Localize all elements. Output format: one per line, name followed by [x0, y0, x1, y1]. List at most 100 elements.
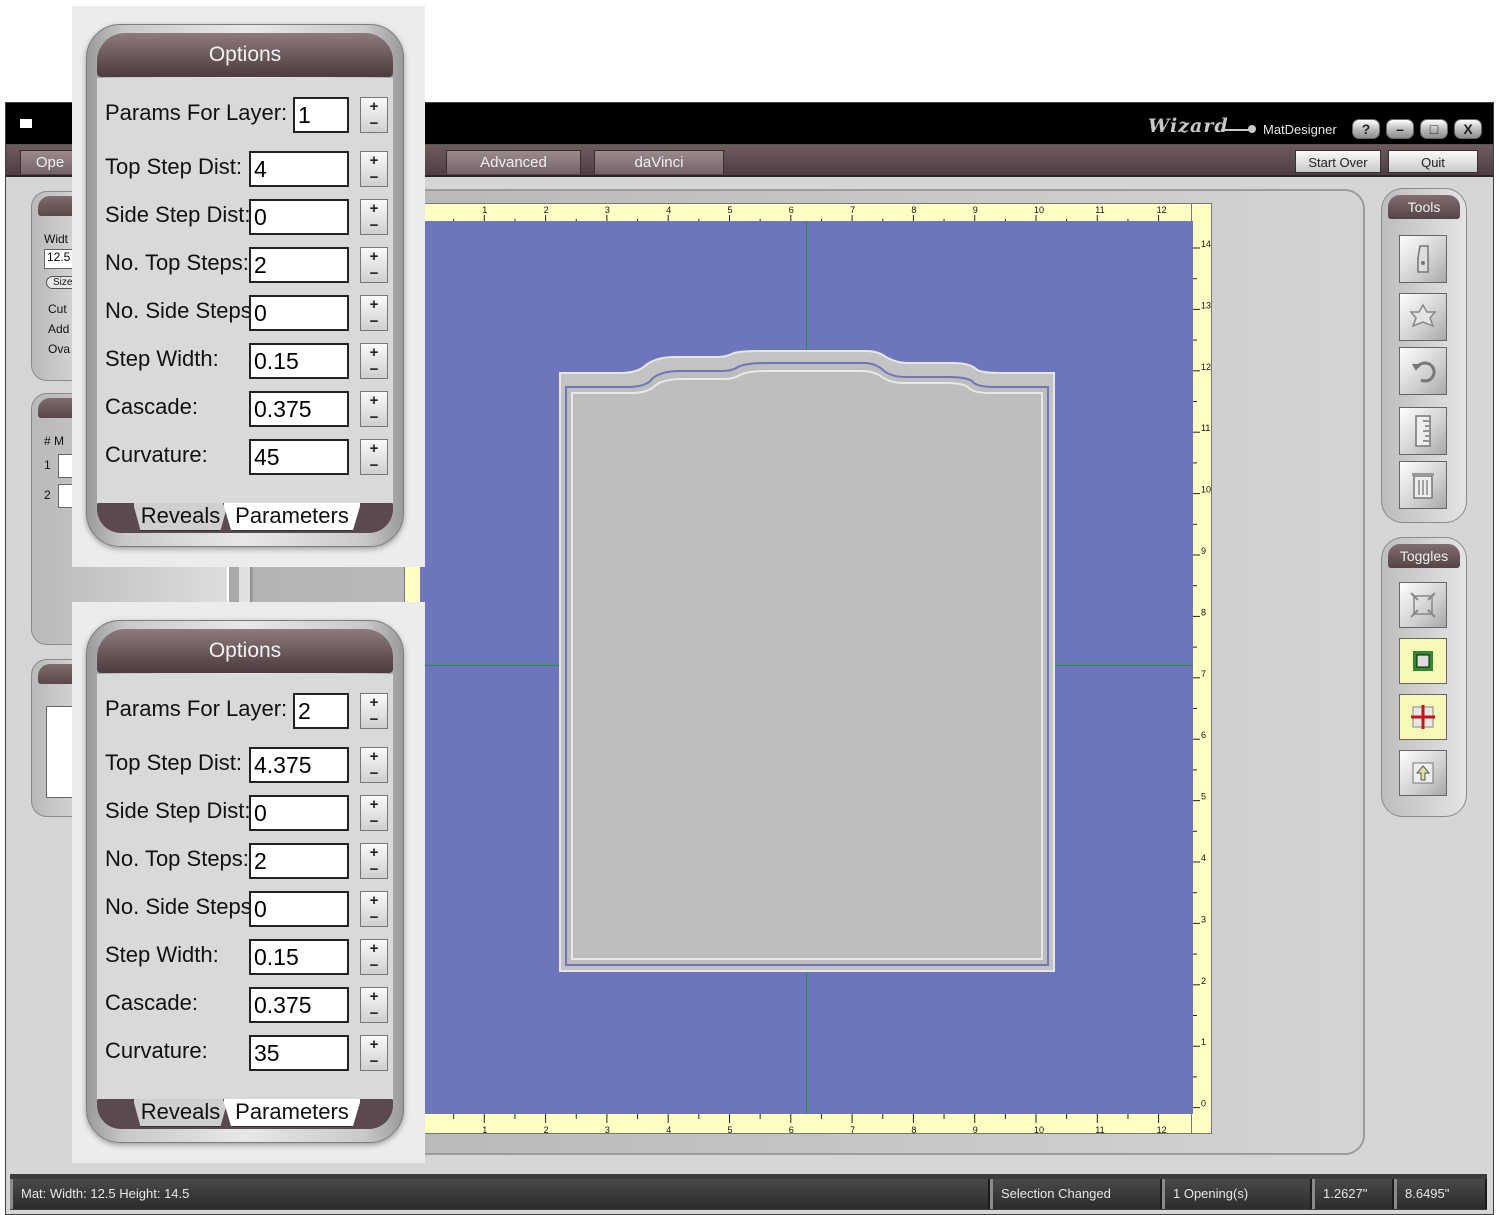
row-step-width: Step Width: 0.15 + − [97, 938, 393, 978]
close-button[interactable]: X [1454, 119, 1482, 139]
row-no-side-steps: No. Side Steps 0 + − [97, 294, 393, 334]
options-frame: Options Params For Layer: 2 + − Top Step … [86, 620, 404, 1143]
side-step-dist-field[interactable]: 0 [249, 199, 349, 235]
status-y-coord: 8.6495" [1394, 1179, 1487, 1209]
step-width-field[interactable]: 0.15 [249, 343, 349, 379]
params-for-layer-field[interactable]: 2 [293, 693, 349, 729]
top-ruler-label: 1 [482, 205, 487, 215]
width-label: Widt [44, 232, 68, 246]
bottom-ruler-label: 6 [789, 1125, 794, 1134]
curvature-field[interactable]: 45 [249, 439, 349, 475]
bring-up-icon[interactable] [1399, 750, 1447, 796]
params-for-layer-spinner[interactable]: + − [360, 693, 388, 729]
bottom-ruler-label: 3 [605, 1125, 610, 1134]
undo-icon[interactable] [1399, 347, 1447, 395]
curvature-spinner[interactable]: + − [360, 1035, 388, 1071]
tab-parameters[interactable]: Parameters [223, 1099, 361, 1127]
top-ruler-label: 6 [789, 205, 794, 215]
no-top-steps-spinner[interactable]: + − [360, 247, 388, 283]
layers-list-header: # M [44, 434, 65, 448]
tab-davinci[interactable]: daVinci [594, 150, 724, 174]
mat-opening[interactable] [420, 221, 1193, 1114]
row-curvature: Curvature: 35 + − [97, 1034, 393, 1074]
right-ruler-label: 9 [1201, 546, 1206, 556]
select-opening-icon[interactable] [1399, 638, 1447, 684]
no-side-steps-field[interactable]: 0 [249, 891, 349, 927]
blade-icon[interactable] [1399, 235, 1447, 283]
recycle-icon[interactable] [1399, 293, 1447, 341]
right-ruler-label: 0 [1201, 1099, 1206, 1109]
status-openings: 1 Opening(s) [1162, 1179, 1312, 1209]
curvature-spinner[interactable]: + − [360, 439, 388, 475]
tab-parameters[interactable]: Parameters [223, 503, 361, 531]
app-name: MatDesigner [1263, 122, 1337, 137]
tab-reveals[interactable]: Reveals [133, 503, 228, 531]
top-step-dist-label: Top Step Dist: [105, 750, 242, 775]
row-cascade: Cascade: 0.375 + − [97, 986, 393, 1026]
bottom-ruler-label: 4 [666, 1125, 671, 1134]
row-step-width: Step Width: 0.15 + − [97, 342, 393, 382]
bottom-ruler-label: 9 [973, 1125, 978, 1134]
minimize-button[interactable]: – [1386, 119, 1414, 139]
top-step-dist-field[interactable]: 4.375 [249, 747, 349, 783]
toggles-panel: Toggles [1381, 537, 1467, 817]
right-ruler-label: 13 [1201, 300, 1211, 310]
no-top-steps-field[interactable]: 2 [249, 843, 349, 879]
cascade-spinner[interactable]: + − [360, 987, 388, 1023]
no-side-steps-spinner[interactable]: + − [360, 295, 388, 331]
step-width-spinner[interactable]: + − [360, 939, 388, 975]
right-ruler-label: 1 [1201, 1037, 1206, 1047]
tab-advanced[interactable]: Advanced [446, 150, 581, 174]
row-no-side-steps: No. Side Steps 0 + − [97, 890, 393, 930]
bottom-ruler-label: 2 [544, 1125, 549, 1134]
cascade-field[interactable]: 0.375 [249, 391, 349, 427]
no-side-steps-label: No. Side Steps [105, 894, 252, 919]
side-step-dist-field[interactable]: 0 [249, 795, 349, 831]
right-ruler-label: 7 [1201, 669, 1206, 679]
center-cross-icon[interactable] [1399, 694, 1447, 740]
right-ruler-label: 2 [1201, 976, 1206, 986]
system-menu-icon[interactable] [20, 119, 32, 128]
top-ruler-label: 9 [973, 205, 978, 215]
step-width-label: Step Width: [105, 346, 219, 371]
curvature-field[interactable]: 35 [249, 1035, 349, 1071]
top-step-dist-spinner[interactable]: + − [360, 151, 388, 187]
step-width-spinner[interactable]: + − [360, 343, 388, 379]
no-side-steps-spinner[interactable]: + − [360, 891, 388, 927]
params-for-layer-spinner[interactable]: + − [360, 97, 388, 133]
no-top-steps-spinner[interactable]: + − [360, 843, 388, 879]
side-step-dist-spinner[interactable]: + − [360, 199, 388, 235]
no-top-steps-field[interactable]: 2 [249, 247, 349, 283]
side-step-dist-spinner[interactable]: + − [360, 795, 388, 831]
tab-open[interactable]: Ope [20, 150, 80, 174]
cut-label: Cut [48, 302, 67, 316]
top-ruler-label: 3 [605, 205, 610, 215]
maximize-button[interactable]: □ [1420, 119, 1448, 139]
bottom-ruler-label: 8 [911, 1125, 916, 1134]
mat-board[interactable] [420, 221, 1193, 1114]
trash-icon[interactable] [1399, 461, 1447, 509]
bottom-ruler-label: 1 [482, 1125, 487, 1134]
bottom-ruler-label: 12 [1157, 1125, 1167, 1134]
ruler-icon[interactable] [1399, 407, 1447, 455]
start-over-button[interactable]: Start Over [1295, 150, 1381, 173]
fit-view-icon[interactable] [1399, 582, 1447, 628]
right-ruler-label: 6 [1201, 730, 1206, 740]
cascade-field[interactable]: 0.375 [249, 987, 349, 1023]
status-message: Selection Changed [990, 1179, 1162, 1209]
cascade-spinner[interactable]: + − [360, 391, 388, 427]
curvature-label: Curvature: [105, 1038, 208, 1063]
right-ruler-label: 12 [1201, 362, 1211, 372]
options-panel-layer-1: Options Params For Layer: 1 + − Top Step … [72, 6, 425, 567]
no-side-steps-field[interactable]: 0 [249, 295, 349, 331]
quit-button[interactable]: Quit [1388, 150, 1478, 173]
step-width-field[interactable]: 0.15 [249, 939, 349, 975]
add-label: Add [48, 322, 70, 336]
top-step-dist-field[interactable]: 4 [249, 151, 349, 187]
top-step-dist-spinner[interactable]: + − [360, 747, 388, 783]
help-button[interactable]: ? [1352, 119, 1380, 139]
row-params-for-layer: Params For Layer: 1 + − [97, 96, 393, 136]
right-ruler-label: 11 [1201, 423, 1210, 433]
tab-reveals[interactable]: Reveals [133, 1099, 228, 1127]
params-for-layer-field[interactable]: 1 [293, 97, 349, 133]
